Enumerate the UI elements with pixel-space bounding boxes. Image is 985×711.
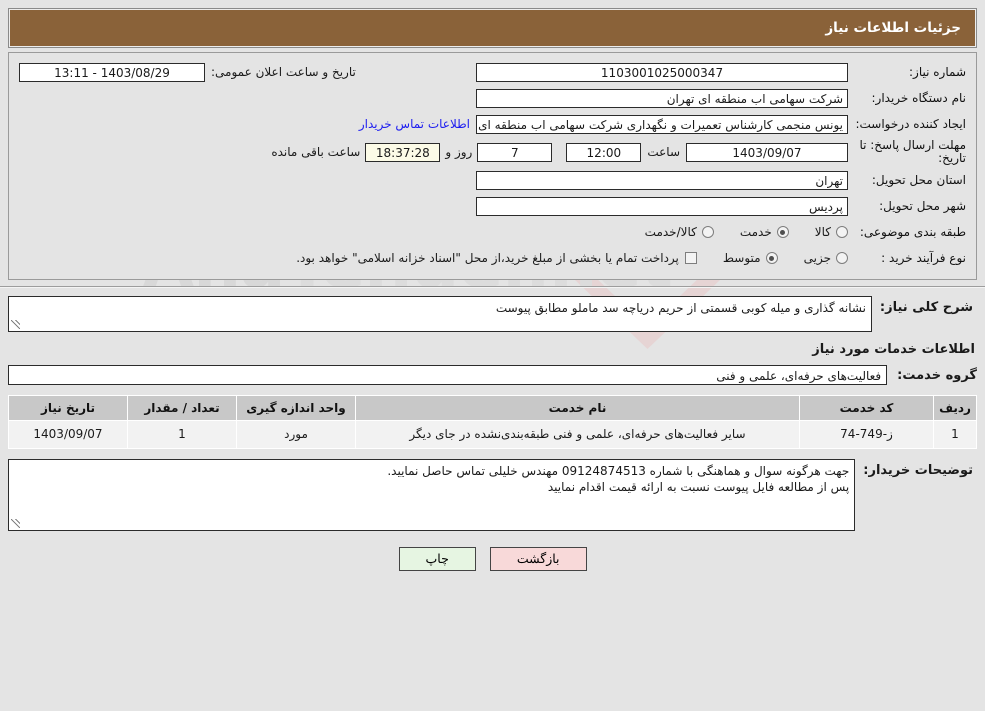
th-date: تاریخ نیاز [8,395,128,421]
radio-goods-icon[interactable] [836,226,848,238]
section-divider [0,286,985,288]
remaining-days-field: 7 [477,142,553,162]
titlebar-container: جزئیات اطلاعات نیاز [8,8,977,48]
buyer-contact-link[interactable]: اطلاعات تماس خریدار [359,117,476,131]
need-number-field[interactable]: 1103001025000347 [476,62,848,82]
buyer-notes-label: توضیحات خریدار: [863,463,973,478]
radio-medium-icon[interactable] [765,252,778,264]
category-option-goods-service[interactable]: کالا/خدمت [645,225,714,239]
radio-minor-icon[interactable] [836,252,848,264]
th-unit: واحد اندازه گیری [236,395,356,421]
category-option-service-label: خدمت [739,225,772,239]
row-service-group: گروه خدمت: فعالیت‌های حرفه‌ای، علمی و فن… [8,365,977,385]
public-announce-group: تاریخ و ساعت اعلان عمومی: 1403/08/29 - 1… [19,62,356,82]
radio-goods-service-icon[interactable] [701,226,714,238]
treasury-bond-text: پرداخت تمام یا بخشی از مبلغ خرید،از محل … [296,251,679,265]
cell-code: ز-749-74 [799,420,934,449]
th-code: کد خدمت [799,395,934,421]
delivery-city-field[interactable]: پردیس [476,196,848,216]
table-row: 1 ز-749-74 سایر فعالیت‌های حرفه‌ای، علمی… [8,420,977,449]
deadline-date-field[interactable]: 1403/09/07 [686,142,848,162]
process-option-minor[interactable]: جزیی [804,251,848,265]
process-option-minor-label: جزیی [803,251,831,265]
print-button[interactable]: چاپ [398,547,476,571]
back-button[interactable]: بازگشت [489,547,587,571]
remaining-countdown-field: 18:37:28 [365,142,441,162]
services-section-title: اطلاعات خدمات مورد نیاز [812,342,975,357]
deadline-hour-label: ساعت [647,145,680,159]
row-subject-category: طبقه بندی موضوعی: کالا خدمت کالا/خدمت [19,221,966,243]
process-option-medium-label: متوسط [722,251,761,265]
service-group-field[interactable]: فعالیت‌های حرفه‌ای، علمی و فنی [8,365,888,385]
delivery-province-field[interactable]: تهران [476,170,848,190]
purchase-process-radio-group: جزیی متوسط [697,251,848,265]
deadline-label: مهلت ارسال پاسخ: تا تاریخ: [859,138,966,165]
row-purchase-process: نوع فرآیند خرید : جزیی متوسط پرداخت تمام… [19,247,966,269]
th-name: نام خدمت [355,395,800,421]
category-option-goods-service-label: کالا/خدمت [644,225,697,239]
buyer-notes-textarea[interactable]: جهت هرگونه سوال و هماهنگی با شماره 09124… [8,459,856,531]
cell-date: 1403/09/07 [8,420,128,449]
subject-category-radio-group: کالا خدمت کالا/خدمت [619,225,848,239]
services-table: ردیف کد خدمت نام خدمت واحد اندازه گیری ت… [8,395,977,449]
remaining-time-group: 7 روز و 18:37:28 ساعت باقی مانده [266,142,566,162]
row-general-description: شرح کلی نیاز: نشانه گذاری و میله کوبی قس… [8,296,977,332]
general-description-textarea[interactable]: نشانه گذاری و میله کوبی قسمتی از حریم در… [8,296,872,332]
need-number-label: شماره نیاز: [909,65,966,79]
service-group-label: گروه خدمت: [897,367,977,383]
category-option-goods-label: کالا [814,225,831,239]
page-title: جزئیات اطلاعات نیاز [10,10,975,46]
category-option-service[interactable]: خدمت [740,225,789,239]
row-deadline: مهلت ارسال پاسخ: تا تاریخ: 1403/09/07 سا… [19,139,966,165]
delivery-city-label: شهر محل تحویل: [879,199,966,213]
radio-service-icon[interactable] [776,226,789,238]
row-delivery-province: استان محل تحویل: تهران [19,169,966,191]
th-qty: تعداد / مقدار [127,395,237,421]
table-header-row: ردیف کد خدمت نام خدمت واحد اندازه گیری ت… [8,395,977,421]
process-option-medium[interactable]: متوسط [723,251,778,265]
cell-radif: 1 [933,420,977,449]
treasury-bond-checkbox-row[interactable]: پرداخت تمام یا بخشی از مبلغ خرید،از محل … [296,251,697,265]
cell-unit: مورد [236,420,356,449]
buyer-org-field[interactable]: شرکت سهامی اب منطقه ای تهران [476,88,848,108]
row-buyer-org: نام دستگاه خریدار: شرکت سهامی اب منطقه ا… [19,87,966,109]
need-info-panel: شماره نیاز: 1103001025000347 تاریخ و ساع… [8,52,977,280]
treasury-bond-checkbox-icon[interactable] [684,252,697,264]
remaining-days-label: روز و [445,145,473,159]
public-announce-field[interactable]: 1403/08/29 - 13:11 [19,62,205,82]
cell-name: سایر فعالیت‌های حرفه‌ای، علمی و فنی طبقه… [355,420,800,449]
delivery-province-label: استان محل تحویل: [871,173,966,187]
row-buyer-notes: توضیحات خریدار: جهت هرگونه سوال و هماهنگ… [8,459,977,531]
request-creator-field[interactable]: یونس منجمی کارشناس تعمیرات و نگهداری شرک… [476,114,848,134]
th-radif: ردیف [933,395,977,421]
row-request-creator: ایجاد کننده درخواست: یونس منجمی کارشناس … [19,113,966,135]
general-description-label: شرح کلی نیاز: [879,300,973,315]
subject-category-label: طبقه بندی موضوعی: [859,225,966,239]
row-delivery-city: شهر محل تحویل: پردیس [19,195,966,217]
remaining-suffix-label: ساعت باقی مانده [271,145,361,159]
page-root: جزئیات اطلاعات نیاز شماره نیاز: 11030010… [0,8,985,711]
request-creator-label: ایجاد کننده درخواست: [855,117,966,131]
buyer-notes-line-2: پس از مطالعه فایل پیوست نسبت به ارائه قی… [547,480,850,494]
buyer-org-label: نام دستگاه خریدار: [871,91,967,105]
category-option-goods[interactable]: کالا [815,225,848,239]
purchase-process-label: نوع فرآیند خرید : [881,251,966,265]
footer-buttons: بازگشت چاپ [0,547,985,571]
cell-qty: 1 [127,420,237,449]
row-need-number: شماره نیاز: 1103001025000347 تاریخ و ساع… [19,61,966,83]
deadline-hour-field[interactable]: 12:00 [566,142,642,162]
public-announce-label: تاریخ و ساعت اعلان عمومی: [211,65,356,79]
buyer-notes-line-1: جهت هرگونه سوال و هماهنگی با شماره 09124… [387,464,850,478]
